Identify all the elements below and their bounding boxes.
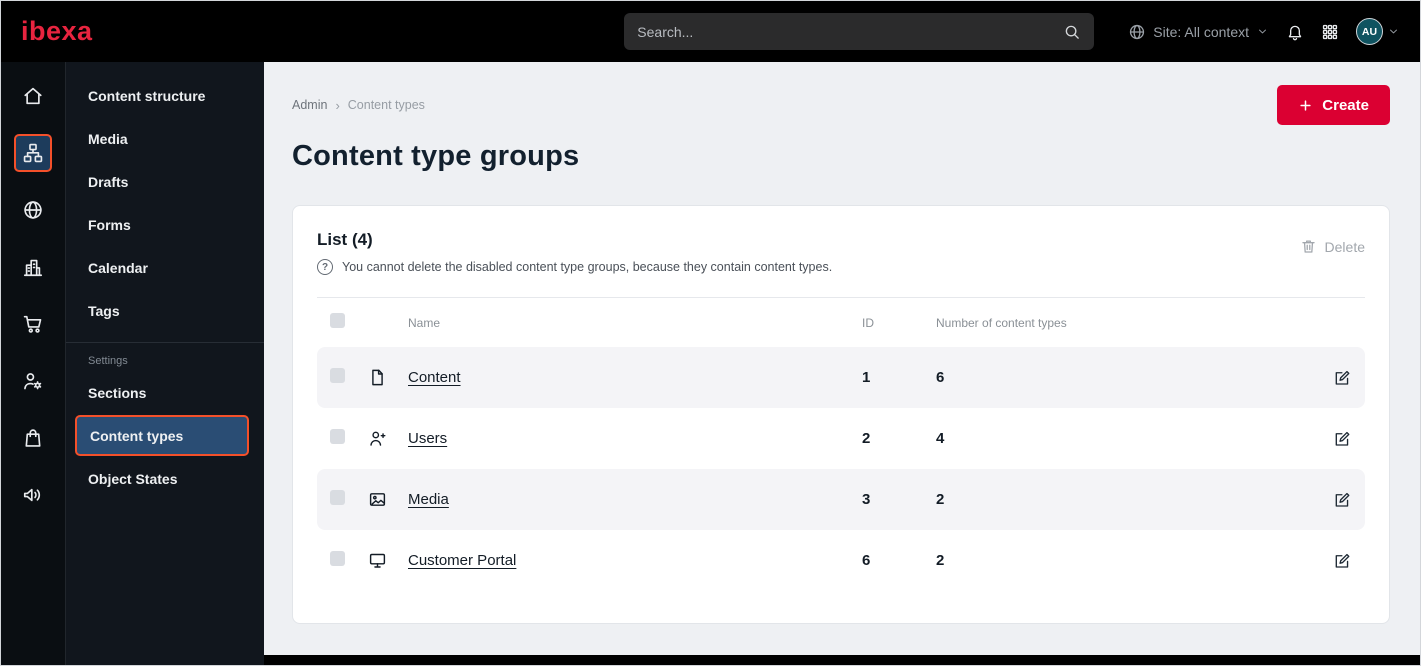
building-icon — [22, 256, 44, 278]
group-link-media[interactable]: Media — [408, 491, 449, 508]
sidebar-item-object-states[interactable]: Object States — [66, 457, 264, 500]
content-tree-icon — [22, 142, 44, 164]
group-count: 6 — [936, 369, 945, 386]
icon-rail — [1, 62, 66, 665]
group-link-users[interactable]: Users — [408, 430, 447, 447]
table-row: Customer Portal 6 2 — [317, 530, 1365, 591]
group-link-customer-portal[interactable]: Customer Portal — [408, 552, 516, 569]
edit-icon[interactable] — [1333, 491, 1351, 509]
rail-item-admin[interactable] — [14, 362, 52, 400]
group-count: 4 — [936, 430, 945, 447]
main-content: Admin › Content types Create Content typ… — [264, 62, 1420, 665]
search-icon[interactable] — [1063, 23, 1081, 41]
group-link-content[interactable]: Content — [408, 369, 461, 386]
group-id: 3 — [862, 491, 871, 508]
sidebar-item-forms[interactable]: Forms — [66, 203, 264, 246]
user-settings-icon — [22, 370, 44, 392]
rail-item-site[interactable] — [14, 191, 52, 229]
globe-icon — [22, 199, 44, 221]
settings-section-label: Settings — [88, 355, 128, 367]
avatar-initials: AU — [1361, 25, 1378, 38]
create-button-label: Create — [1322, 96, 1369, 114]
help-icon: ? — [317, 259, 333, 275]
ibexa-logo[interactable]: ibexa — [21, 16, 93, 47]
cart-icon — [22, 313, 44, 335]
column-header-id: ID — [862, 315, 874, 330]
table-header-row: Name ID Number of content types — [317, 298, 1365, 347]
group-id: 2 — [862, 430, 871, 447]
edit-icon[interactable] — [1333, 552, 1351, 570]
rail-item-products[interactable] — [14, 419, 52, 457]
monitor-icon — [368, 551, 387, 570]
rail-item-content[interactable] — [14, 134, 52, 172]
sidebar-item-drafts[interactable]: Drafts — [66, 160, 264, 203]
home-icon — [22, 85, 44, 107]
sidebar-item-media[interactable]: Media — [66, 117, 264, 160]
delete-button-label: Delete — [1324, 238, 1365, 255]
edit-icon[interactable] — [1333, 430, 1351, 448]
product-bag-icon — [22, 427, 44, 449]
megaphone-icon — [22, 484, 44, 506]
select-all-checkbox[interactable] — [330, 312, 345, 328]
chevron-down-icon — [1256, 25, 1269, 38]
site-context-label: Site: All context — [1153, 23, 1249, 40]
user-menu[interactable]: AU — [1356, 18, 1400, 45]
group-count: 2 — [936, 552, 945, 569]
sidebar-item-sections[interactable]: Sections — [66, 371, 264, 414]
rail-item-marketing[interactable] — [14, 476, 52, 514]
column-header-count: Number of content types — [936, 315, 1067, 330]
globe-icon — [1128, 23, 1146, 41]
breadcrumb-current: Content types — [347, 98, 425, 112]
plus-icon — [1298, 98, 1313, 113]
rail-item-commerce[interactable] — [14, 305, 52, 343]
help-text: You cannot delete the disabled content t… — [342, 260, 833, 274]
breadcrumb: Admin › Content types — [292, 98, 425, 113]
row-checkbox[interactable] — [330, 428, 345, 444]
group-id: 1 — [862, 369, 871, 386]
apps-grid-icon[interactable] — [1321, 23, 1339, 41]
delete-button[interactable]: Delete — [1300, 238, 1365, 255]
sidebar-item-calendar[interactable]: Calendar — [66, 246, 264, 289]
table-row: Users 2 4 — [317, 408, 1365, 469]
sidebar-menu: Content structure Media Drafts Forms Cal… — [66, 62, 264, 665]
content-type-groups-table: Name ID Number of content types Content … — [317, 297, 1365, 591]
global-search — [624, 13, 1095, 50]
row-checkbox[interactable] — [330, 489, 345, 505]
group-id: 6 — [862, 552, 871, 569]
search-input[interactable] — [637, 23, 1064, 40]
breadcrumb-admin[interactable]: Admin — [292, 98, 327, 112]
column-header-name: Name — [408, 315, 441, 330]
avatar: AU — [1356, 18, 1383, 45]
topbar-actions: Site: All context AU — [1128, 18, 1400, 45]
file-icon — [368, 368, 387, 387]
sidebar-item-tags[interactable]: Tags — [66, 289, 264, 332]
group-count: 2 — [936, 491, 945, 508]
sidebar-item-content-structure[interactable]: Content structure — [66, 74, 264, 117]
table-row: Media 3 2 — [317, 469, 1365, 530]
edit-icon[interactable] — [1333, 369, 1351, 387]
chevron-down-icon — [1387, 25, 1400, 38]
topbar: ibexa Site: All context AU — [1, 1, 1420, 62]
user-icon — [368, 429, 387, 448]
list-title: List (4) — [317, 230, 373, 249]
app-window: ibexa Site: All context AU — [0, 0, 1421, 666]
row-checkbox[interactable] — [330, 550, 345, 566]
sidebar-item-content-types[interactable]: Content types — [75, 415, 249, 456]
site-context-selector[interactable]: Site: All context — [1128, 23, 1269, 41]
content-type-groups-card: List (4) ? You cannot delete the disable… — [292, 205, 1390, 624]
row-checkbox[interactable] — [330, 367, 345, 383]
table-row: Content 1 6 — [317, 347, 1365, 408]
trash-icon — [1300, 238, 1317, 255]
menu-divider — [66, 342, 264, 343]
rail-item-company[interactable] — [14, 248, 52, 286]
create-button[interactable]: Create — [1277, 85, 1390, 125]
breadcrumb-separator: › — [335, 97, 340, 113]
page-title: Content type groups — [292, 140, 580, 172]
notifications-bell-icon[interactable] — [1286, 23, 1304, 41]
image-icon — [368, 490, 387, 509]
rail-item-dashboard[interactable] — [14, 77, 52, 115]
